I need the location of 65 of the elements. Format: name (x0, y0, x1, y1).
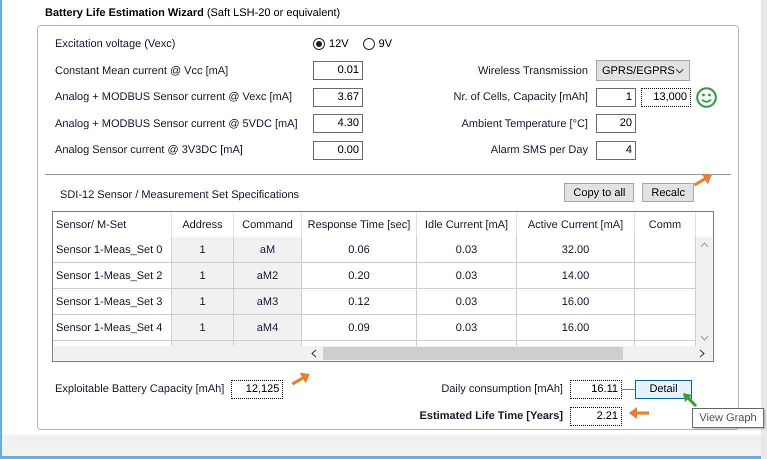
scrollbar-thumb[interactable] (323, 347, 623, 360)
chevron-down-icon (674, 68, 684, 74)
table-cell: 0.12 (302, 289, 417, 315)
number-field[interactable]: 0.00 (313, 140, 363, 160)
action-button[interactable]: Copy to all (564, 183, 634, 202)
field-label: Constant Mean current @ Vcc [mA] (55, 64, 230, 76)
field-label: Ambient Temperature [°C] (462, 118, 588, 130)
smiley-icon (696, 86, 717, 108)
scroll-up-icon[interactable] (700, 242, 709, 248)
number-field[interactable]: 1 (596, 88, 636, 106)
table-cell: Sensor 1-Meas_Set 0 (53, 237, 172, 263)
tooltip: View Graph (692, 408, 764, 428)
table-cell: aM4 (234, 315, 302, 341)
table-cell: Sensor 1-Meas_Set 4 (53, 315, 172, 341)
table-cell: 0.09 (302, 315, 417, 341)
table-cell: 0.20 (302, 263, 417, 289)
table-cell: aM2 (234, 263, 302, 289)
field-label: Analog + MODBUS Sensor current @ Vexc [mA] (55, 91, 294, 103)
daily-value: 16.11 (570, 380, 622, 398)
scroll-right-icon[interactable] (699, 349, 705, 358)
field-label: Nr. of Cells, Capacity [mAh] (454, 91, 588, 103)
field-label: Wireless Transmission (478, 64, 588, 76)
action-button[interactable]: Recalc (642, 183, 694, 202)
table-cell: 1 (172, 237, 234, 263)
table-cell: 1 (172, 289, 234, 315)
table-cell: 1 (172, 263, 234, 289)
detail-button[interactable]: Detail (635, 380, 692, 398)
result-label: Estimated Life Time [Years] (420, 410, 563, 422)
table-cell: 0.06 (302, 237, 417, 263)
table-cell: 0.03 (417, 315, 517, 341)
table-cell: 32.00 (517, 237, 635, 263)
field-label: Excitation voltage (Vexc) (55, 38, 176, 50)
table-cell: 0.03 (417, 289, 517, 315)
result-label: Daily consumption [mAh] (441, 383, 563, 395)
table-cell: aM3 (234, 289, 302, 315)
number-field[interactable]: 13,000 (641, 88, 691, 106)
table-cell: 16.00 (517, 315, 635, 341)
window-title: Battery Life Estimation Wizard (Saft LSH-20 or equivalent) (45, 7, 342, 19)
table-cell: 0.03 (417, 263, 517, 289)
field-label: Alarm SMS per Day (490, 144, 588, 156)
voltage-radio[interactable]: 9V (362, 38, 392, 50)
table-cell: 0.03 (417, 237, 517, 263)
number-field[interactable]: 4.30 (313, 114, 363, 133)
number-field[interactable]: 3.67 (313, 88, 363, 106)
transmission-dropdown[interactable]: GPRS/EGPRS (596, 60, 690, 81)
arrow-icon (628, 406, 650, 420)
table-cell: Sensor 1-Meas_Set 2 (53, 263, 172, 289)
result-label: Exploitable Battery Capacity [mAh] (55, 383, 224, 395)
field-label: Analog Sensor current @ 3V3DC [mA] (55, 144, 244, 156)
scroll-left-icon[interactable] (311, 349, 317, 358)
arrow-icon (682, 392, 698, 408)
capacity-value: 12,125 (231, 380, 284, 398)
voltage-radio[interactable]: 12V (313, 38, 349, 50)
field-label: Analog + MODBUS Sensor current @ 5VDC [mA] (55, 118, 299, 130)
table-cell: Sensor 1-Meas_Set 3 (53, 289, 172, 315)
number-field[interactable]: 0.01 (313, 61, 363, 80)
section-title: SDI-12 Sensor / Measurement Set Specifications (60, 189, 300, 201)
number-field[interactable]: 4 (596, 140, 636, 160)
table-cell: aM (234, 237, 302, 263)
scroll-down-icon[interactable] (700, 335, 709, 341)
table-cell: 16.00 (517, 289, 635, 315)
table-cell: 1 (172, 315, 234, 341)
number-field[interactable]: 20 (596, 114, 636, 133)
table-cell: 14.00 (517, 263, 635, 289)
life-value: 2.21 (570, 406, 622, 426)
